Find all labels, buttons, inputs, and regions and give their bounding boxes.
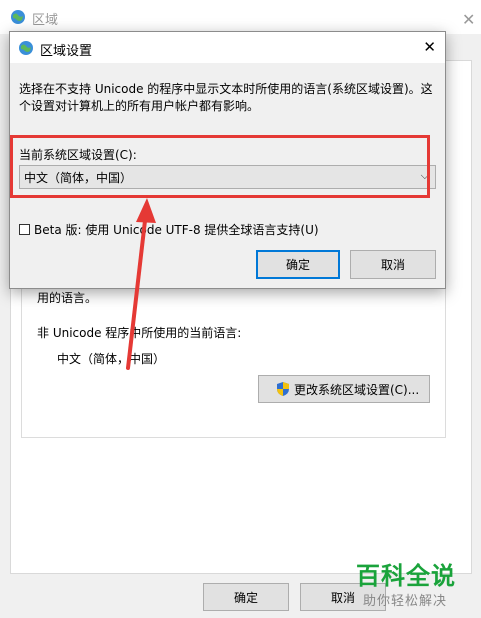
change-system-locale-button[interactable]: 更改系统区域设置(C)...: [258, 375, 430, 403]
region-window-title: 区域: [32, 13, 59, 28]
dialog-ok-button[interactable]: 确定: [256, 250, 340, 279]
region-window-titlebar: 区域 ✕: [0, 0, 481, 34]
watermark-logo-text: 百科全说: [356, 562, 456, 590]
beta-utf8-option[interactable]: Beta 版: 使用 Unicode UTF-8 提供全球语言支持(U): [19, 221, 319, 238]
watermark-slogan: 助你轻松解决: [363, 594, 448, 609]
close-icon[interactable]: ✕: [423, 39, 436, 55]
used-language-text: 用的语言。: [37, 291, 98, 305]
region-ok-button[interactable]: 确定: [203, 583, 289, 611]
change-system-locale-label: 更改系统区域设置(C)...: [294, 382, 420, 397]
non-unicode-label: 非 Unicode 程序中所使用的当前语言:: [37, 326, 242, 340]
dialog-description-line1: 选择在不支持 Unicode 的程序中显示文本时所使用的语言(系统区域设置)。这: [19, 82, 433, 96]
beta-utf8-label: Beta 版: 使用 Unicode UTF-8 提供全球语言支持(U): [34, 223, 319, 237]
globe-icon: [19, 41, 33, 55]
non-unicode-value: 中文（简体，中国）: [57, 352, 166, 366]
beta-utf8-checkbox[interactable]: [19, 224, 30, 235]
dialog-titlebar: 区域设置 ✕: [10, 32, 445, 63]
globe-icon: [11, 10, 25, 24]
annotation-highlight-box: [10, 135, 430, 198]
dialog-cancel-button[interactable]: 取消: [350, 250, 436, 279]
shield-icon: [277, 382, 289, 396]
dialog-description-line2: 个设置对计算机上的所有用户帐户都有影响。: [19, 99, 260, 113]
close-icon[interactable]: ✕: [462, 10, 475, 29]
dialog-title: 区域设置: [40, 44, 93, 59]
